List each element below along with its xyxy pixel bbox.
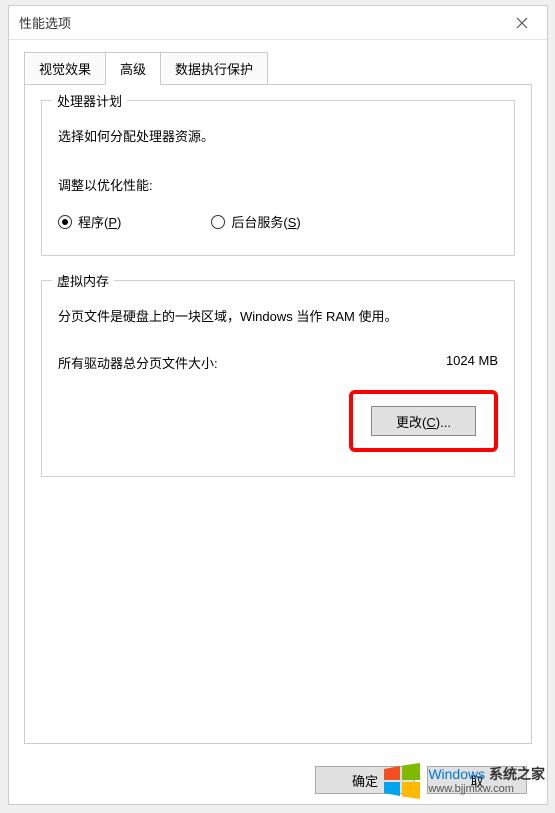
vm-total-label: 所有驱动器总分页文件大小:	[58, 353, 218, 372]
virtual-memory-group: 虚拟内存 分页文件是硬盘上的一块区域，Windows 当作 RAM 使用。 所有…	[41, 280, 515, 477]
change-button-wrap: 更改(C)...	[58, 390, 498, 452]
radio-programs-label: 程序(P)	[78, 212, 121, 231]
processor-desc: 选择如何分配处理器资源。	[58, 126, 498, 145]
radio-row: 程序(P) 后台服务(S)	[58, 212, 498, 231]
watermark-url: www.bjjmlxw.com	[428, 783, 545, 796]
vm-legend: 虚拟内存	[52, 271, 114, 290]
tab-dep[interactable]: 数据执行保护	[160, 52, 268, 85]
adjust-label: 调整以优化性能:	[58, 175, 498, 194]
watermark-text: Windows 系统之家 www.bjjmlxw.com	[428, 766, 545, 796]
change-button[interactable]: 更改(C)...	[371, 406, 476, 436]
tab-label: 视觉效果	[39, 62, 91, 77]
vm-desc: 分页文件是硬盘上的一块区域，Windows 当作 RAM 使用。	[58, 306, 498, 325]
vm-total-value: 1024 MB	[446, 353, 498, 372]
tab-content-advanced: 处理器计划 选择如何分配处理器资源。 调整以优化性能: 程序(P) 后台服务(S…	[24, 84, 532, 744]
tab-label: 数据执行保护	[175, 62, 253, 77]
tab-bar: 视觉效果 高级 数据执行保护	[9, 40, 547, 85]
windows-logo-icon	[382, 761, 422, 801]
processor-scheduling-group: 处理器计划 选择如何分配处理器资源。 调整以优化性能: 程序(P) 后台服务(S…	[41, 100, 515, 256]
highlight-box: 更改(C)...	[349, 390, 498, 452]
radio-programs[interactable]: 程序(P)	[58, 212, 121, 231]
dialog-title: 性能选项	[19, 13, 71, 32]
titlebar: 性能选项	[9, 6, 547, 40]
close-icon[interactable]	[507, 8, 537, 38]
tab-label: 高级	[120, 62, 146, 77]
watermark-brand: Windows 系统之家	[428, 766, 545, 783]
performance-options-dialog: 性能选项 视觉效果 高级 数据执行保护 处理器计划 选择如何分配处理器资源。 调…	[8, 5, 548, 805]
radio-background-label: 后台服务(S)	[231, 212, 300, 231]
processor-legend: 处理器计划	[52, 91, 127, 110]
tab-visual-effects[interactable]: 视觉效果	[24, 52, 106, 85]
radio-icon	[58, 215, 72, 229]
radio-background[interactable]: 后台服务(S)	[211, 212, 300, 231]
tab-advanced[interactable]: 高级	[105, 52, 161, 85]
watermark: Windows 系统之家 www.bjjmlxw.com	[382, 761, 545, 801]
vm-total-row: 所有驱动器总分页文件大小: 1024 MB	[58, 353, 498, 372]
radio-icon	[211, 215, 225, 229]
